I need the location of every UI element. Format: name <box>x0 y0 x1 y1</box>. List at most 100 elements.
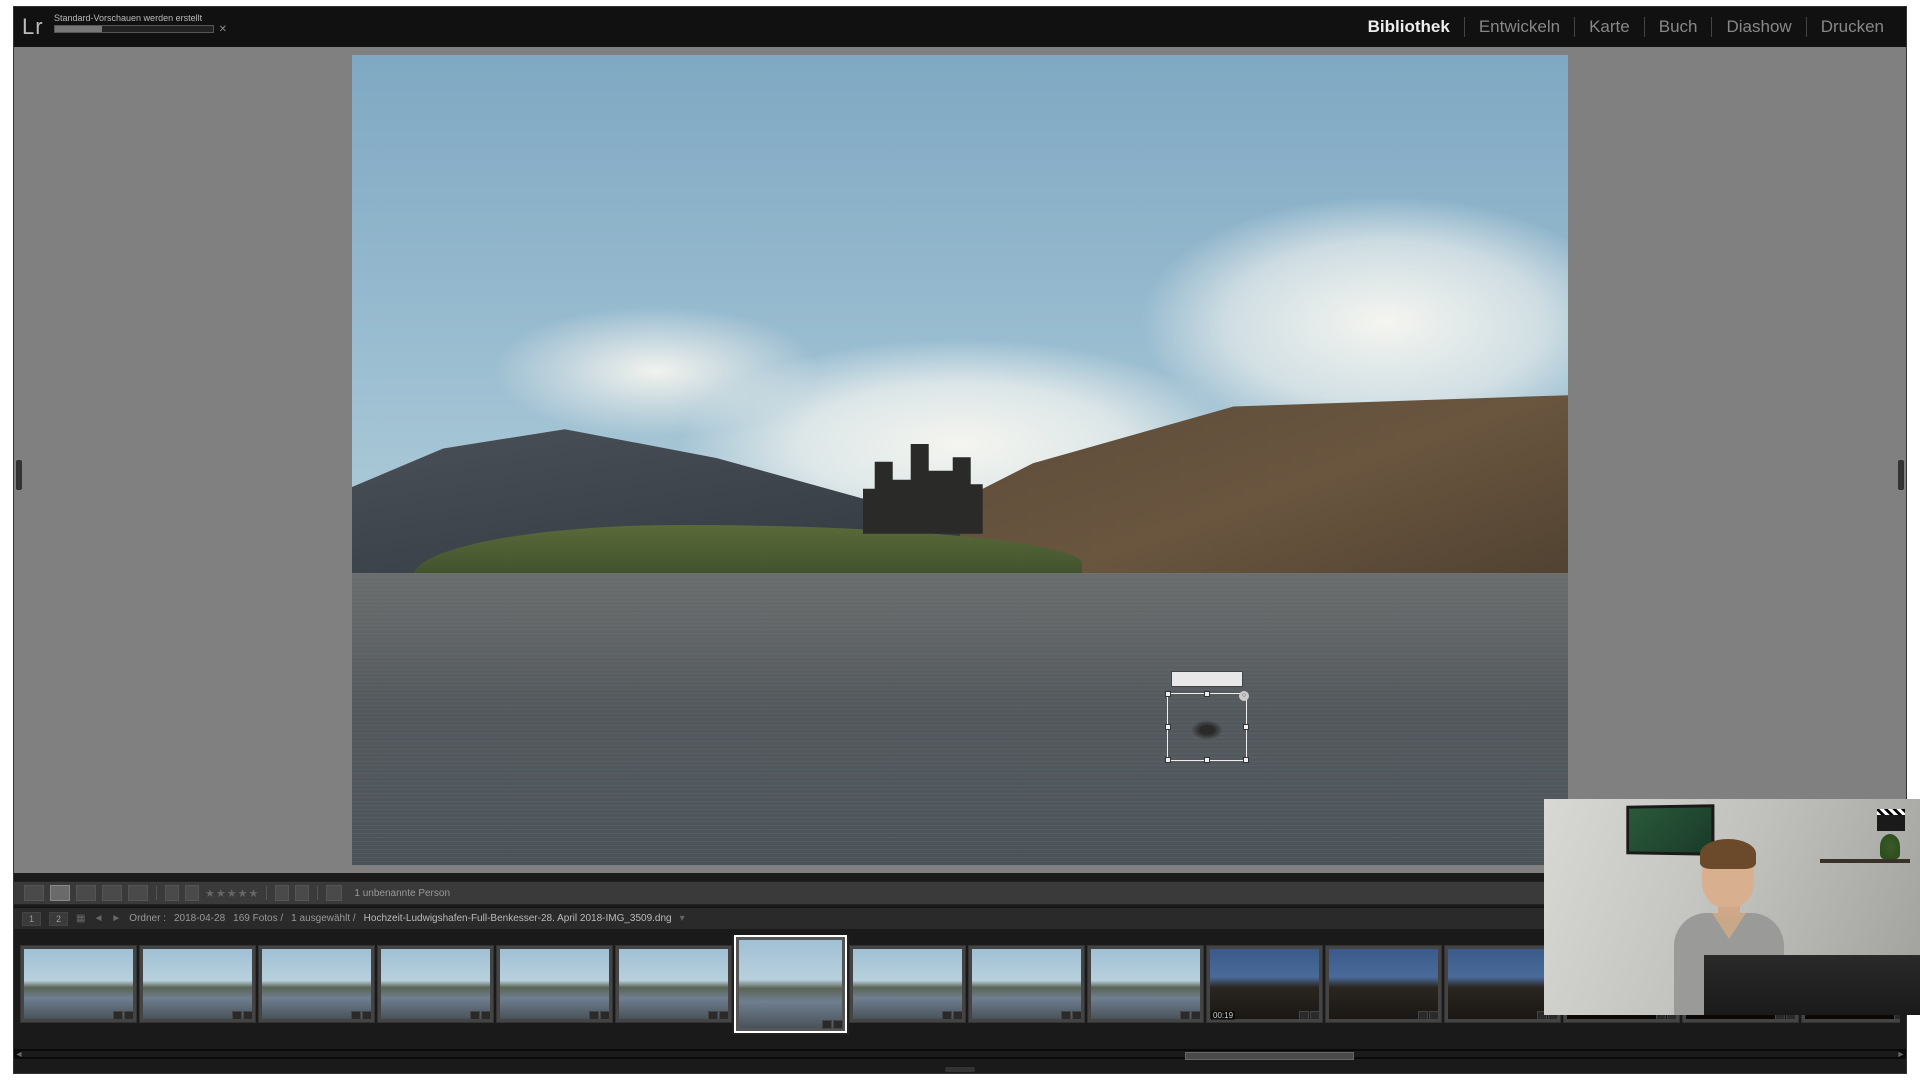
module-tab-entwickeln[interactable]: Entwickeln <box>1464 17 1574 37</box>
progress-fill <box>55 26 102 32</box>
loupe-view-button[interactable] <box>50 885 70 901</box>
resize-handle-tl[interactable] <box>1165 691 1171 697</box>
toolbar-separator <box>317 886 318 900</box>
right-panel-handle[interactable] <box>1898 460 1904 490</box>
progress-indicator: Standard-Vorschauen werden erstellt ✕ <box>54 13 214 33</box>
thumbnail[interactable] <box>258 945 375 1023</box>
progress-bar: ✕ <box>54 25 214 33</box>
loupe-view[interactable]: ○ <box>14 47 1906 873</box>
toolbar-separator <box>156 886 157 900</box>
thumbnail[interactable] <box>496 945 613 1023</box>
module-tab-karte[interactable]: Karte <box>1574 17 1644 37</box>
thumb-badge-icon[interactable] <box>1061 1011 1071 1020</box>
folder-prefix: Ordner : <box>129 913 166 924</box>
thumbnail[interactable] <box>615 945 732 1023</box>
star-icon[interactable]: ★ <box>227 887 237 900</box>
thumb-badge-icon[interactable] <box>1310 1011 1320 1020</box>
filename-dropdown-icon[interactable]: ▾ <box>680 913 685 924</box>
thumb-badge-icon[interactable] <box>481 1011 491 1020</box>
thumb-badge-icon[interactable] <box>113 1011 123 1020</box>
selected-count: 1 ausgewählt / <box>291 913 356 924</box>
thumb-badge-icon[interactable] <box>1418 1011 1428 1020</box>
bottom-panel-handle[interactable] <box>945 1067 975 1072</box>
survey-view-button[interactable] <box>102 885 122 901</box>
module-tab-drucken[interactable]: Drucken <box>1806 17 1898 37</box>
thumbnail[interactable] <box>139 945 256 1023</box>
thumbnail[interactable] <box>849 945 966 1023</box>
thumb-badge-icon[interactable] <box>822 1020 832 1029</box>
thumb-badge-icon[interactable] <box>1072 1011 1082 1020</box>
thumb-badge-icon[interactable] <box>1429 1011 1439 1020</box>
module-tab-bibliothek[interactable]: Bibliothek <box>1354 17 1464 37</box>
resize-handle-br[interactable] <box>1243 757 1249 763</box>
thumbnail[interactable] <box>968 945 1085 1023</box>
rotate-ccw-button[interactable] <box>275 885 289 901</box>
thumb-badge-icon[interactable] <box>942 1011 952 1020</box>
star-icon[interactable]: ★ <box>216 887 226 900</box>
flag-pick-button[interactable] <box>165 885 179 901</box>
rating-stars[interactable]: ★ ★ ★ ★ ★ <box>205 887 258 900</box>
thumb-badge-icon[interactable] <box>351 1011 361 1020</box>
resize-handle-mr[interactable] <box>1243 724 1249 730</box>
monitor-2-button[interactable]: 2 <box>49 912 68 926</box>
face-name-input[interactable] <box>1171 671 1243 687</box>
thumb-badge-icon[interactable] <box>232 1011 242 1020</box>
thumb-badge-icon[interactable] <box>243 1011 253 1020</box>
current-filename[interactable]: Hochzeit-Ludwigshafen-Full-Benkesser-28.… <box>364 913 672 924</box>
scroll-track[interactable] <box>22 1051 1898 1057</box>
grid-view-button[interactable] <box>24 885 44 901</box>
thumbnail[interactable]: 00:19 <box>1206 945 1323 1023</box>
nav-fwd-icon[interactable]: ► <box>111 913 121 924</box>
thumb-badge-icon[interactable] <box>362 1011 372 1020</box>
main-photo[interactable]: ○ <box>352 55 1568 865</box>
people-view-button[interactable] <box>128 885 148 901</box>
thumb-badge-icon[interactable] <box>719 1011 729 1020</box>
compare-view-button[interactable] <box>76 885 96 901</box>
photo-count: 169 Fotos / <box>233 913 283 924</box>
thumb-badge-icon[interactable] <box>600 1011 610 1020</box>
scroll-right-icon[interactable]: ► <box>1896 1049 1906 1059</box>
monitor-1-button[interactable]: 1 <box>22 912 41 926</box>
face-region[interactable]: ○ <box>1167 671 1247 761</box>
module-tab-diashow[interactable]: Diashow <box>1711 17 1805 37</box>
star-icon[interactable]: ★ <box>238 887 248 900</box>
nav-grid-icon[interactable]: ▦ <box>76 913 85 924</box>
resize-handle-bl[interactable] <box>1165 757 1171 763</box>
thumb-badge-icon[interactable] <box>953 1011 963 1020</box>
star-icon[interactable]: ★ <box>249 887 259 900</box>
toolbar-separator <box>266 886 267 900</box>
thumb-badge-icon[interactable] <box>1299 1011 1309 1020</box>
thumb-badge-icon[interactable] <box>470 1011 480 1020</box>
thumbnail[interactable] <box>734 935 847 1033</box>
module-tab-buch[interactable]: Buch <box>1644 17 1712 37</box>
thumb-badge-icon[interactable] <box>1180 1011 1190 1020</box>
thumbnail[interactable] <box>377 945 494 1023</box>
draw-face-button[interactable] <box>326 885 342 901</box>
face-bounding-box[interactable]: ○ <box>1167 693 1247 761</box>
left-panel-handle[interactable] <box>16 460 22 490</box>
thumbnail[interactable] <box>1087 945 1204 1023</box>
thumbnail[interactable] <box>1325 945 1442 1023</box>
rotate-cw-button[interactable] <box>295 885 309 901</box>
scroll-handle[interactable] <box>1185 1052 1354 1060</box>
thumb-badge-icon[interactable] <box>708 1011 718 1020</box>
filmstrip-scrollbar[interactable]: ◄ ► <box>14 1049 1906 1059</box>
person-count-label: 1 unbenannte Person <box>354 888 450 899</box>
flag-reject-button[interactable] <box>185 885 199 901</box>
resize-handle-bm[interactable] <box>1204 757 1210 763</box>
progress-label: Standard-Vorschauen werden erstellt <box>54 13 214 23</box>
resize-handle-tm[interactable] <box>1204 691 1210 697</box>
star-icon[interactable]: ★ <box>205 887 215 900</box>
webcam-overlay <box>1544 799 1920 1015</box>
thumbnail[interactable] <box>20 945 137 1023</box>
thumb-badge-icon[interactable] <box>589 1011 599 1020</box>
progress-close-icon[interactable]: ✕ <box>219 24 227 35</box>
top-bar: Lr Standard-Vorschauen werden erstellt ✕… <box>14 7 1906 47</box>
resize-handle-ml[interactable] <box>1165 724 1171 730</box>
thumb-badge-icon[interactable] <box>1191 1011 1201 1020</box>
face-delete-icon[interactable]: ○ <box>1239 691 1249 701</box>
nav-back-icon[interactable]: ◄ <box>93 913 103 924</box>
folder-name[interactable]: 2018-04-28 <box>174 913 225 924</box>
thumb-badge-icon[interactable] <box>124 1011 134 1020</box>
thumb-badge-icon[interactable] <box>833 1020 843 1029</box>
